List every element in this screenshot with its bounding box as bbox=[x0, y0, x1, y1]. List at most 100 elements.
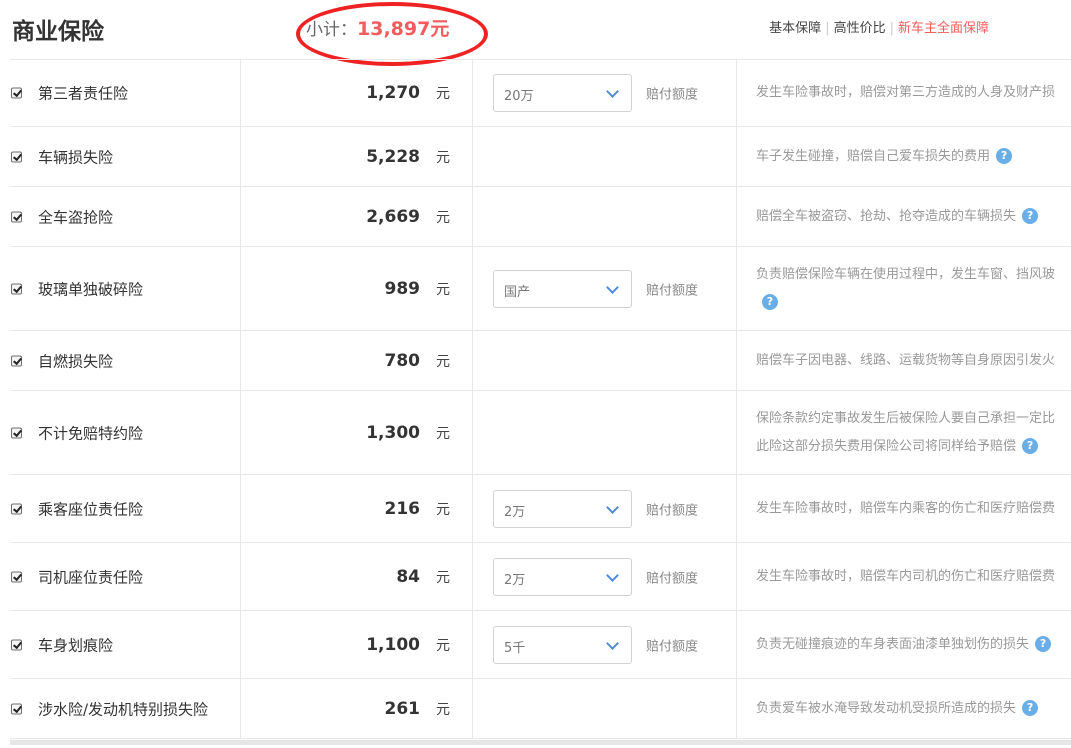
chevron-down-icon bbox=[606, 568, 619, 582]
option-cell bbox=[473, 187, 737, 246]
premium-cell: 1,300 元 bbox=[241, 391, 473, 474]
option-cell: 2万 赔付额度 bbox=[473, 543, 737, 610]
description-line: 发生车险事故时，赔偿对第三方造成的人身及财产损 bbox=[756, 85, 1056, 100]
coverage-description: 赔偿全车被盗窃、抢劫、抢夺造成的车辆损失? bbox=[756, 203, 1039, 231]
question-mark-icon[interactable]: ? bbox=[1022, 438, 1039, 454]
option-cell: 20万 赔付额度 bbox=[473, 60, 737, 126]
description-line: 此险这部分损失费用保险公司将同样给予赔偿? bbox=[756, 433, 1055, 461]
section-header: 商业保险 小计：13,897元 基本保障 | 高性价比 | 新车主全面保障 bbox=[0, 0, 1071, 66]
coverage-amount-select[interactable]: 20万 bbox=[493, 74, 632, 112]
coverage-cell: 不计免赔特约险 bbox=[10, 391, 241, 474]
coverage-description: 负责无碰撞痕迹的车身表面油漆单独划伤的损失? bbox=[756, 631, 1052, 659]
table-row: 车辆损失险 5,228 元 车子发生碰撞，赔偿自己爱车损失的费用? bbox=[10, 127, 1071, 187]
coverage-cell: 车身划痕险 bbox=[10, 611, 241, 678]
coverage-amount-select[interactable]: 2万 bbox=[493, 557, 632, 596]
coverage-name: 车身划痕险 bbox=[38, 636, 114, 654]
premium-cell: 1,100 元 bbox=[241, 611, 473, 678]
premium-amount: 216 bbox=[384, 498, 421, 519]
option-cell: 国产 赔付额度 bbox=[473, 247, 737, 330]
coverage-cell: 司机座位责任险 bbox=[10, 543, 241, 610]
chevron-down-icon bbox=[606, 85, 619, 98]
select-value: 5千 bbox=[504, 640, 526, 656]
premium-cell: 2,669 元 bbox=[241, 187, 473, 246]
description-line: 负责赔偿保险车辆在使用过程中，发生车窗、挡风玻 bbox=[756, 266, 1056, 282]
description-cell: 保险条款约定事故发生后被保险人要自己承担一定比 此险这部分损失费用保险公司将同样给… bbox=[737, 391, 1071, 474]
coverage-description: 保险条款约定事故发生后被保险人要自己承担一定比 此险这部分损失费用保险公司将同样给… bbox=[756, 405, 1055, 461]
description-line: 赔偿全车被盗窃、抢劫、抢夺造成的车辆损失? bbox=[756, 203, 1039, 231]
coverage-cell: 车辆损失险 bbox=[10, 127, 241, 186]
premium-amount: 84 bbox=[396, 566, 420, 587]
coverage-cell: 第三者责任险 bbox=[10, 60, 241, 126]
option-cell: 5千 赔付额度 bbox=[473, 611, 737, 678]
plan-link-basic[interactable]: 基本保障 bbox=[769, 21, 821, 36]
coverage-description: 负责爱车被水淹导致发动机受损所造成的损失? bbox=[756, 695, 1039, 723]
checkbox-checked-icon[interactable] bbox=[11, 503, 22, 514]
checkbox-checked-icon[interactable] bbox=[11, 211, 22, 222]
premium-amount: 2,669 bbox=[366, 206, 420, 227]
subtotal-value: 13,897元 bbox=[357, 18, 450, 40]
select-label: 赔付额度 bbox=[646, 283, 699, 298]
question-mark-icon[interactable]: ? bbox=[1022, 208, 1039, 224]
plan-separator: | bbox=[889, 21, 894, 36]
premium-unit: 元 bbox=[436, 637, 450, 654]
checkbox-checked-icon[interactable] bbox=[11, 355, 22, 366]
premium-amount: 5,228 bbox=[366, 146, 420, 167]
option-cell bbox=[473, 331, 737, 390]
premium-amount: 261 bbox=[384, 698, 421, 719]
question-mark-icon[interactable]: ? bbox=[1035, 636, 1052, 652]
checkbox-checked-icon[interactable] bbox=[11, 151, 22, 162]
premium-cell: 1,270 元 bbox=[241, 60, 473, 126]
coverage-amount-select[interactable]: 5千 bbox=[493, 625, 632, 664]
coverage-name: 不计免赔特约险 bbox=[38, 424, 144, 442]
plan-link-full[interactable]: 新车主全面保障 bbox=[898, 21, 989, 36]
checkbox-checked-icon[interactable] bbox=[11, 571, 22, 582]
subtotal: 小计：13,897元 bbox=[306, 14, 449, 41]
checkbox-checked-icon[interactable] bbox=[11, 427, 22, 438]
premium-cell: 216 元 bbox=[241, 475, 473, 542]
question-mark-icon[interactable]: ? bbox=[1022, 700, 1039, 716]
coverage-cell: 全车盗抢险 bbox=[10, 187, 241, 246]
plan-link-value[interactable]: 高性价比 bbox=[834, 21, 886, 36]
premium-cell: 989 元 bbox=[241, 247, 473, 330]
table-row: 涉水险/发动机特别损失险 261 元 负责爱车被水淹导致发动机受损所造成的损失? bbox=[10, 679, 1071, 739]
description-cell: 负责爱车被水淹导致发动机受损所造成的损失? bbox=[737, 679, 1071, 738]
description-line: 负责爱车被水淹导致发动机受损所造成的损失? bbox=[756, 695, 1039, 723]
coverage-cell: 自燃损失险 bbox=[10, 331, 241, 390]
checkbox-checked-icon[interactable] bbox=[11, 639, 22, 650]
premium-amount: 989 bbox=[384, 278, 421, 299]
checkbox-checked-icon[interactable] bbox=[11, 703, 22, 714]
premium-unit: 元 bbox=[436, 209, 450, 226]
description-line: 发生车险事故时，赔偿车内司机的伤亡和医疗赔偿费 bbox=[756, 568, 1056, 584]
coverage-cell: 乘客座位责任险 bbox=[10, 475, 241, 542]
checkbox-checked-icon[interactable] bbox=[11, 283, 22, 294]
coverage-amount-select[interactable]: 国产 bbox=[493, 269, 632, 308]
coverage-name: 涉水险/发动机特别损失险 bbox=[38, 700, 209, 718]
premium-unit: 元 bbox=[436, 701, 450, 718]
premium-unit: 元 bbox=[436, 86, 450, 102]
checkbox-checked-icon[interactable] bbox=[11, 87, 22, 99]
select-value: 2万 bbox=[504, 572, 526, 588]
question-mark-icon[interactable]: ? bbox=[762, 294, 778, 310]
table-row: 玻璃单独破碎险 989 元 国产 赔付额度 负责赔偿保险车辆在使用过程中，发生车窗、挡风玻… bbox=[10, 247, 1071, 331]
plan-selector: 基本保障 | 高性价比 | 新车主全面保障 bbox=[769, 17, 989, 36]
premium-cell: 780 元 bbox=[241, 331, 473, 390]
table-row: 不计免赔特约险 1,300 元 保险条款约定事故发生后被保险人要自己承担一定比 此险这部… bbox=[10, 391, 1071, 475]
description-cell: 发生车险事故时，赔偿车内乘客的伤亡和医疗赔偿费 bbox=[737, 475, 1071, 542]
description-cell: 负责无碰撞痕迹的车身表面油漆单独划伤的损失? bbox=[737, 611, 1071, 678]
premium-amount: 1,100 bbox=[366, 634, 420, 655]
description-line: ? bbox=[756, 289, 1055, 317]
question-mark-icon[interactable]: ? bbox=[996, 148, 1013, 164]
description-cell: 车子发生碰撞，赔偿自己爱车损失的费用? bbox=[737, 127, 1071, 186]
description-cell: 赔偿全车被盗窃、抢劫、抢夺造成的车辆损失? bbox=[737, 187, 1071, 246]
premium-unit: 元 bbox=[436, 353, 450, 370]
plan-separator: | bbox=[825, 21, 830, 36]
premium-unit: 元 bbox=[436, 149, 450, 166]
coverage-description: 发生车险事故时，赔偿对第三方造成的人身及财产损 bbox=[756, 79, 1055, 107]
table-row: 车身划痕险 1,100 元 5千 赔付额度 负责无碰撞痕迹的车身表面油漆单独划伤的损失? bbox=[10, 611, 1071, 679]
select-value: 20万 bbox=[504, 89, 534, 104]
coverage-amount-select[interactable]: 2万 bbox=[493, 489, 632, 528]
option-cell: 2万 赔付额度 bbox=[473, 475, 737, 542]
description-line: 车子发生碰撞，赔偿自己爱车损失的费用? bbox=[756, 143, 1013, 171]
chevron-down-icon bbox=[606, 636, 619, 650]
select-value: 2万 bbox=[504, 504, 526, 520]
